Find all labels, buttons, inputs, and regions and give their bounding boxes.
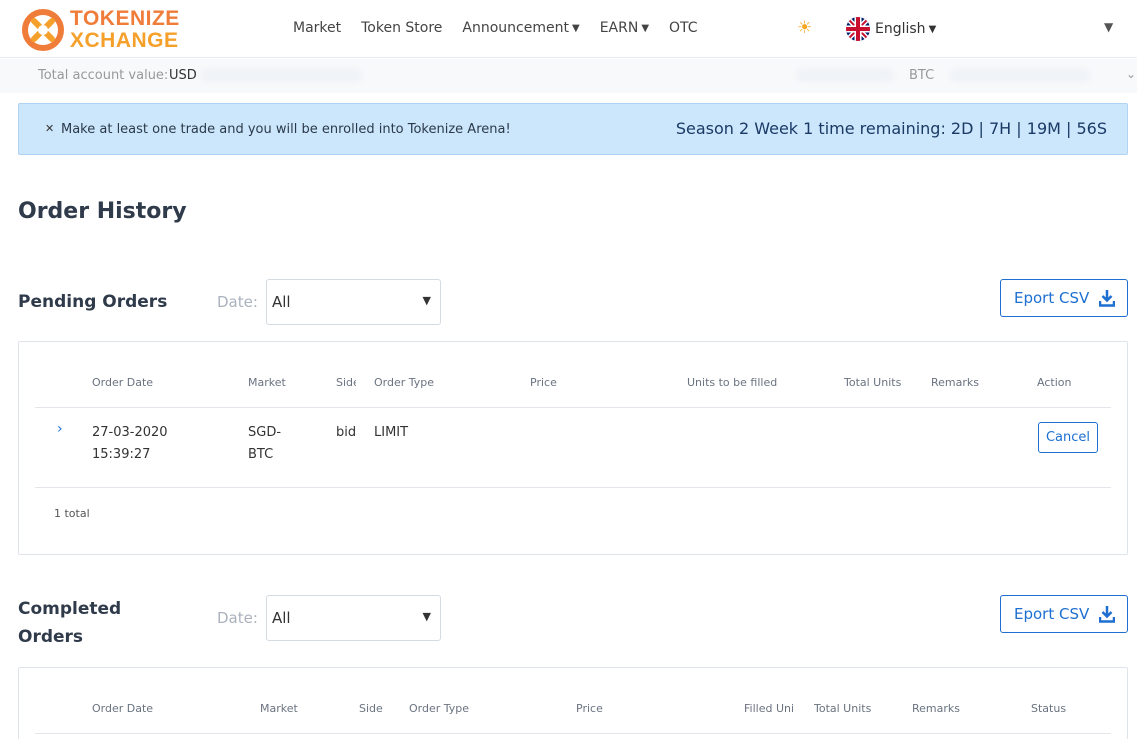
cancel-order-button[interactable]: Cancel [1038, 422, 1098, 453]
download-icon [1099, 290, 1115, 307]
market-cell: SGD- BTC [248, 422, 281, 466]
completed-date-select[interactable]: All ▼ [266, 595, 441, 641]
column-header: Price [576, 702, 603, 715]
pending-export-csv-button[interactable]: Eport CSV [1000, 279, 1128, 317]
account-value-label: Total account value: [38, 68, 169, 83]
column-header: Market [248, 376, 286, 389]
caret-down-icon: ▼ [422, 294, 431, 307]
completed-export-csv-button[interactable]: Eport CSV [1000, 595, 1128, 633]
column-header: Market [260, 702, 298, 715]
column-header: Units to be filled [687, 376, 778, 389]
account-value-bar: Total account value: USD BTC ⌄ [0, 59, 1137, 93]
season-timer: Season 2 Week 1 time remaining: 2D | 7H … [675, 119, 1107, 138]
banner-message: Make at least one trade and you will be … [61, 122, 511, 137]
column-header: Side [359, 702, 383, 715]
export-csv-label: Eport CSV [1014, 605, 1090, 623]
column-header: Filled Units [744, 702, 794, 715]
order-time: 15:39:27 [92, 447, 151, 462]
table-divider [35, 733, 1111, 734]
arena-banner: ✕ Make at least one trade and you will b… [18, 103, 1128, 155]
account-btc-label: BTC [909, 68, 935, 83]
table-divider [35, 407, 1111, 408]
column-header: Status [1031, 702, 1067, 715]
completed-title-line1: Completed [18, 599, 122, 619]
pending-date-select[interactable]: All ▼ [266, 279, 441, 325]
column-header: Order Date [92, 376, 154, 389]
nav-market-label: Market [293, 20, 342, 36]
nav-market[interactable]: Market [293, 20, 341, 36]
pending-date-value: All [272, 293, 291, 311]
market-line1: SGD- [248, 425, 282, 440]
column-header: Total Units [844, 376, 902, 389]
hidden-btc-value [950, 68, 1090, 82]
nav-token-store[interactable]: Token Store [361, 20, 442, 36]
column-header: Side [336, 376, 356, 389]
completed-date-label: Date: [217, 609, 258, 627]
completed-orders-table: Order Date Market Side Order Type Price … [18, 667, 1128, 739]
pending-orders-table: Order Date Market Side Order Type Price … [18, 341, 1128, 555]
nav-announcement-label: Announcement [462, 20, 569, 36]
brand-name: TOKENIZE XCHANGE [70, 8, 180, 52]
nav-announcement[interactable]: Announcement ▼ [462, 20, 579, 36]
main-nav: Market Token Store Announcement ▼ EARN ▼ O… [293, 20, 718, 36]
completed-orders-title: Completed Orders [18, 595, 121, 651]
chevron-down-icon: ▼ [928, 23, 937, 35]
chevron-down-icon: ▼ [641, 22, 650, 34]
language-label: English [875, 21, 926, 37]
column-header: Total Units [814, 702, 872, 715]
tokenize-logo-icon [22, 9, 64, 51]
export-csv-label: Eport CSV [1014, 289, 1090, 307]
language-selector[interactable]: English ▼ [846, 17, 936, 41]
brand-logo[interactable]: TOKENIZE XCHANGE [20, 7, 180, 53]
completed-title-line2: Orders [18, 627, 84, 647]
hidden-usd-value [200, 68, 362, 82]
table-divider [35, 487, 1111, 488]
order-date-cell: 27-03-2020 15:39:27 [92, 422, 168, 466]
page-title: Order History [18, 199, 187, 224]
column-header: Order Type [409, 702, 470, 715]
column-header: Remarks [931, 376, 979, 389]
download-icon [1099, 606, 1115, 623]
completed-date-value: All [272, 609, 291, 627]
brand-name-line2: XCHANGE [70, 29, 179, 52]
nav-token-store-label: Token Store [361, 20, 443, 36]
column-header: Remarks [912, 702, 960, 715]
column-header: Action [1037, 376, 1072, 389]
column-header: Price [530, 376, 557, 389]
column-header: Order Type [374, 376, 435, 389]
side-cell: bid [336, 425, 357, 440]
pagination-total: 1 total [54, 507, 90, 520]
order-date: 27-03-2020 [92, 425, 168, 440]
caret-down-icon: ▼ [422, 610, 431, 623]
column-header: Order Date [92, 702, 154, 715]
close-icon[interactable]: ✕ [45, 122, 54, 135]
nav-earn[interactable]: EARN ▼ [600, 20, 649, 36]
user-menu-chevron-icon[interactable]: ▼ [1104, 20, 1113, 34]
order-type-cell: LIMIT [374, 425, 409, 440]
sun-icon[interactable]: ☀ [797, 18, 812, 38]
chevron-down-icon: ▼ [571, 22, 580, 34]
nav-earn-label: EARN [599, 20, 639, 36]
pending-orders-title: Pending Orders [18, 292, 168, 312]
pending-date-label: Date: [217, 293, 258, 311]
nav-otc-label: OTC [669, 20, 698, 36]
chevron-right-icon[interactable]: › [57, 421, 63, 437]
uk-flag-icon [846, 17, 870, 41]
chevron-down-icon[interactable]: ⌄ [1126, 67, 1136, 81]
account-usd-label: USD [169, 68, 197, 83]
hidden-value [796, 68, 894, 82]
nav-otc[interactable]: OTC [669, 20, 698, 36]
brand-name-line1: TOKENIZE [70, 7, 180, 30]
top-header: TOKENIZE XCHANGE Market Token Store Anno… [0, 0, 1137, 58]
market-line2: BTC [248, 447, 274, 462]
